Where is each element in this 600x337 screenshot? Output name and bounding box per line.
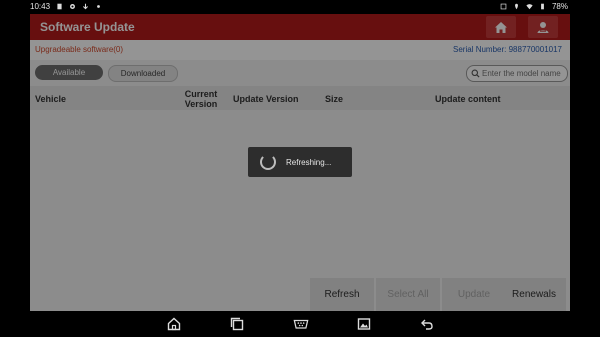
back-icon — [421, 319, 433, 330]
nav-back-button[interactable] — [419, 316, 435, 332]
notification-dot-icon — [97, 5, 100, 8]
dialog-message: Refreshing... — [286, 157, 332, 167]
gallery-icon — [357, 318, 371, 330]
nav-home-button[interactable] — [166, 316, 182, 332]
nfc-icon — [500, 3, 507, 10]
status-time: 10:43 — [30, 2, 51, 11]
nav-recents-button[interactable] — [229, 316, 245, 332]
home-icon — [167, 317, 181, 331]
loading-spinner-icon — [260, 154, 276, 170]
settings-icon — [70, 4, 75, 9]
status-bar-right: 78% — [500, 2, 568, 11]
status-bar: 10:43 78% — [0, 0, 600, 14]
sim-card-icon — [57, 3, 62, 10]
location-icon — [515, 3, 518, 10]
nav-vci-button[interactable] — [293, 316, 309, 332]
download-status-icon — [83, 3, 89, 10]
battery-icon — [541, 3, 544, 10]
recents-icon — [230, 317, 244, 331]
refreshing-dialog: Refreshing... — [248, 147, 352, 177]
navigation-bar — [0, 311, 600, 337]
status-bar-left: 10:43 — [30, 2, 102, 11]
nav-gallery-button[interactable] — [356, 316, 372, 332]
battery-level: 78% — [551, 2, 568, 11]
vci-connector-icon — [293, 319, 309, 329]
wifi-icon — [526, 4, 533, 10]
